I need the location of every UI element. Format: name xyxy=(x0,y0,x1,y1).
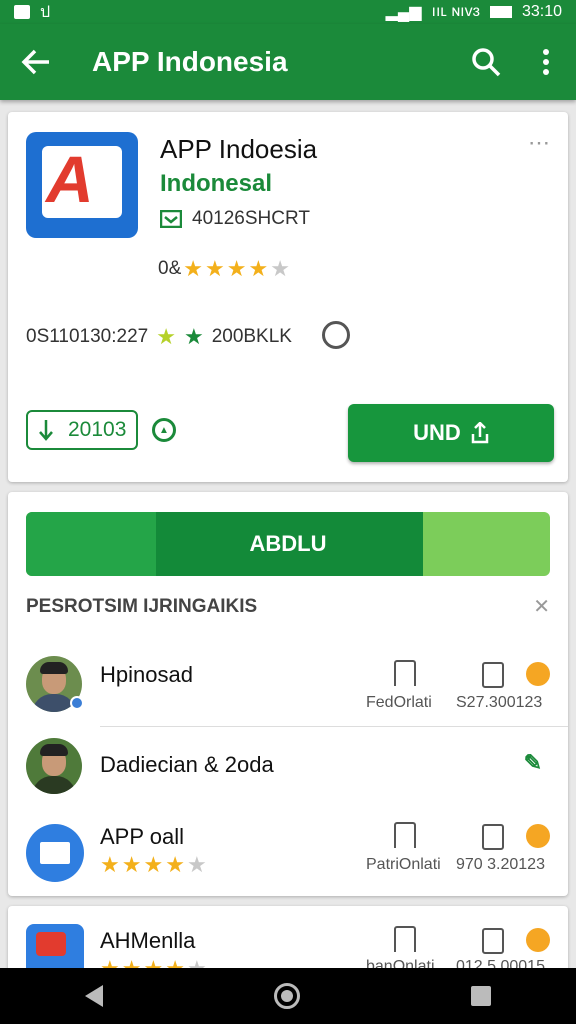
list-item-name: Hpinosad xyxy=(100,662,193,687)
list-item-sub-left: FedOrlati xyxy=(366,694,432,711)
more-vert-icon xyxy=(543,49,549,75)
progress-label: ABDLU xyxy=(249,531,327,556)
pin-icon[interactable] xyxy=(394,822,416,848)
star-icon: ★ xyxy=(204,256,225,281)
more-dots-icon[interactable]: ⋯ xyxy=(528,130,552,156)
download-chip[interactable]: 20103 xyxy=(26,410,138,450)
coin-icon[interactable] xyxy=(526,662,550,686)
section-header: PESROTSIM IJRINGAIKIS xyxy=(26,596,258,617)
mail-app-icon xyxy=(26,824,84,882)
overflow-menu-button[interactable] xyxy=(516,24,576,100)
coin-icon[interactable] xyxy=(526,928,550,952)
online-badge xyxy=(70,696,84,710)
install-button-label: UND xyxy=(413,420,461,445)
share-icon xyxy=(471,422,489,444)
meta-code: 0S110130:227 xyxy=(26,326,149,347)
star-icon: ★ xyxy=(248,256,269,281)
notification-icon xyxy=(14,5,30,19)
status-time: 33:10 xyxy=(521,3,562,20)
app-bar: APP Indonesia xyxy=(0,24,576,100)
edit-icon[interactable]: ✎ xyxy=(524,750,542,776)
star-icon: ★ xyxy=(121,852,142,877)
star-empty-icon: ★ xyxy=(270,256,290,281)
clock-icon xyxy=(322,321,350,349)
divider xyxy=(100,726,568,727)
star-icon: ★ xyxy=(165,852,185,877)
nav-back-icon[interactable] xyxy=(85,985,104,1007)
search-icon xyxy=(472,48,501,77)
list-item[interactable]: Hpinosad FedOrlati S27.300123 xyxy=(8,642,568,722)
rating-prefix: 0& xyxy=(158,258,182,279)
back-button[interactable] xyxy=(0,24,72,100)
badge-row: 40126SHCRT xyxy=(160,208,310,230)
nav-home-icon[interactable] xyxy=(273,983,300,1009)
list-item-name: Dadiecian & 2oda xyxy=(100,752,274,777)
avatar xyxy=(26,738,82,794)
list-item-sub-left: PatriOnlati xyxy=(366,856,441,873)
chevron-down-icon[interactable]: ✕ xyxy=(533,594,550,619)
star-icon: ★ xyxy=(226,256,247,281)
mail-badge-icon xyxy=(160,210,182,228)
page-title: APP Indonesia xyxy=(92,46,288,77)
pin-icon[interactable] xyxy=(394,926,416,952)
list-item[interactable]: APP oall ★ ★ ★ ★ ★ PatriOnlati 970 3.201… xyxy=(8,812,568,892)
rating-stars: ★ ★ ★ ★ ★ xyxy=(100,852,207,878)
star-icon: ★ xyxy=(156,324,176,349)
app-header-card: A APP Indoesia Indonesal 40126SHCRT 0& ★… xyxy=(8,112,568,482)
status-bar: ป ▂▄▆ ııʟ ɴıvɜ 33:10 xyxy=(0,0,576,24)
badge-text: 40126SHCRT xyxy=(192,208,310,229)
progress-button[interactable]: ABDLU xyxy=(26,512,550,576)
app-name: APP Indoesia xyxy=(160,134,318,164)
bookmark-icon[interactable] xyxy=(482,928,504,954)
search-button[interactable] xyxy=(456,24,516,100)
pin-icon[interactable] xyxy=(394,660,416,686)
meta-count: 200BKLK xyxy=(211,326,292,347)
download-arrow-icon xyxy=(39,420,53,441)
details-card: ABDLU PESROTSIM IJRINGAIKIS ✕ Hpinosad F… xyxy=(8,492,568,896)
signal-icon: ▂▄▆ xyxy=(385,4,422,21)
rating-row: 0& ★ ★ ★ ★ ★ xyxy=(158,256,290,282)
star-icon: ★ xyxy=(100,852,120,877)
status-network-text: ııʟ ɴıvɜ xyxy=(431,3,480,20)
app-icon: A xyxy=(26,132,138,238)
bookmark-icon[interactable] xyxy=(482,824,504,850)
star-empty-icon: ★ xyxy=(186,852,207,877)
coin-icon[interactable] xyxy=(526,824,550,848)
system-nav-bar xyxy=(0,968,576,1024)
nav-recents-icon[interactable] xyxy=(470,986,491,1006)
meta-row: 0S110130:227 ★ ★ 200BKLK xyxy=(26,324,292,350)
list-item-name: AHMenlla xyxy=(100,928,196,953)
list-item[interactable]: AHMenlla ★ ★ ★ ★ ★ banOnlati 012 5.00015 xyxy=(8,906,568,976)
bookmark-icon[interactable] xyxy=(482,662,504,688)
developer-link[interactable]: Indonesal xyxy=(160,170,272,198)
download-chip-label: 20103 xyxy=(68,418,127,441)
list-item[interactable]: Dadiecian & 2oda ✎ xyxy=(8,730,568,810)
list-item-sub-right: S27.300123 xyxy=(456,694,543,711)
arrow-left-icon xyxy=(21,49,49,75)
app-list-card: AHMenlla ★ ★ ★ ★ ★ banOnlati 012 5.00015 xyxy=(8,906,568,976)
list-item-sub-right: 970 3.20123 xyxy=(456,856,545,873)
app-logo-letter: A xyxy=(46,142,94,216)
star-icon: ★ xyxy=(183,324,204,349)
info-ring-icon[interactable]: ▲ xyxy=(152,418,176,442)
install-button[interactable]: UND xyxy=(348,404,554,462)
star-icon: ★ xyxy=(183,256,203,281)
status-glyph: ป xyxy=(40,3,51,21)
star-icon: ★ xyxy=(143,852,164,877)
list-item-name: APP oall xyxy=(100,824,184,849)
battery-icon xyxy=(489,6,512,18)
